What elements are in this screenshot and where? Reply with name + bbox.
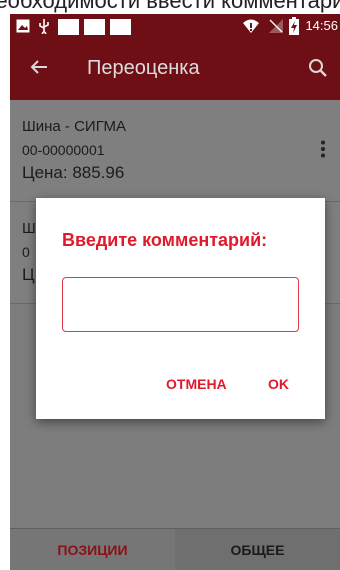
ok-button[interactable]: OK xyxy=(268,376,289,392)
caption-text: необходимости ввести комментарий xyxy=(0,0,340,13)
item-price: Ц xyxy=(22,265,35,284)
white-square-icon xyxy=(58,19,79,35)
caption-strip: необходимости ввести комментарий xyxy=(0,0,340,14)
cancel-button[interactable]: ОТМЕНА xyxy=(166,376,227,392)
arrow-left-icon[interactable] xyxy=(30,58,48,76)
search-icon[interactable] xyxy=(308,58,328,78)
bottom-tabs: ПОЗИЦИИ ОБЩЕЕ xyxy=(10,528,340,570)
status-bar: 14:56 xyxy=(10,14,340,38)
white-square-icon xyxy=(110,19,131,35)
image-icon xyxy=(16,19,30,33)
list-item[interactable]: Шина - СИГМА 00-00000001 Цена: 885.96 xyxy=(10,100,340,202)
white-square-icon xyxy=(84,19,105,35)
comment-input[interactable] xyxy=(62,277,299,332)
phone-screen: 14:56 Переоценка Шина - СИГМА 00-0000000… xyxy=(10,14,340,570)
item-name: Ш xyxy=(22,220,36,237)
no-signal-icon xyxy=(269,19,283,33)
item-price: Цена: 885.96 xyxy=(22,163,125,182)
status-time: 14:56 xyxy=(305,18,338,33)
tab-positions[interactable]: ПОЗИЦИИ xyxy=(10,529,175,570)
usb-icon xyxy=(39,19,49,34)
item-code: 0 xyxy=(22,244,30,260)
dialog-title: Введите комментарий: xyxy=(62,230,268,250)
tab-general[interactable]: ОБЩЕЕ xyxy=(175,529,340,570)
app-toolbar: Переоценка xyxy=(10,38,340,100)
item-code: 00-00000001 xyxy=(22,142,105,158)
item-name: Шина - СИГМА xyxy=(22,118,126,135)
more-vert-icon[interactable] xyxy=(320,140,326,158)
page-title: Переоценка xyxy=(87,57,200,79)
battery-charging-icon xyxy=(289,17,299,35)
wifi-icon xyxy=(243,19,259,33)
comment-dialog: Введите комментарий: ОТМЕНА OK xyxy=(36,198,325,419)
